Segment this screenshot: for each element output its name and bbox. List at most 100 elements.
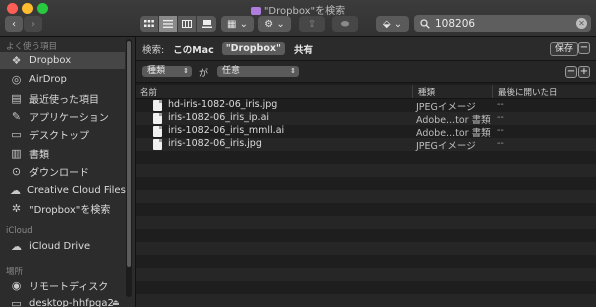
- column-kind[interactable]: 種類: [418, 86, 435, 98]
- file-name: iris-1082-06_iris_mmll.ai: [168, 125, 285, 136]
- sidebar-item-remote-disc[interactable]: ◉ リモートディスク: [0, 277, 125, 294]
- downloads-icon: ⊙: [11, 165, 22, 178]
- column-view-icon: [182, 20, 192, 28]
- scope-shared[interactable]: 共有: [294, 42, 313, 56]
- list-view-button[interactable]: [159, 16, 178, 32]
- sidebar: よく使う項目 ❖ Dropbox ◎ AirDrop ▤ 最近使った項目 ✎ アプリケー…: [0, 37, 136, 307]
- gear-icon: ✲: [11, 202, 22, 215]
- search-folder-icon: [250, 7, 261, 15]
- sidebar-item-applications[interactable]: ✎ アプリケーション: [0, 108, 125, 125]
- add-criterion-button[interactable]: +: [578, 66, 590, 78]
- list-view-icon: [163, 20, 173, 28]
- empty-row: [136, 255, 596, 268]
- sidebar-item-saved-search[interactable]: ✲ "Dropbox"を検索: [0, 200, 125, 217]
- empty-row: [136, 281, 596, 294]
- airdrop-icon: ◎: [11, 73, 22, 86]
- scope-dropbox[interactable]: "Dropbox": [221, 42, 285, 55]
- sidebar-scrollbar-thumb[interactable]: [127, 41, 131, 267]
- empty-row: [136, 242, 596, 255]
- empty-row: [136, 190, 596, 203]
- popup-arrows-icon: ⇕: [290, 67, 296, 75]
- file-name: iris-1082-06_iris_ip.ai: [168, 112, 270, 123]
- sidebar-item-recents[interactable]: ▤ 最近使った項目: [0, 90, 125, 107]
- sidebar-item-desktop[interactable]: ▭ デスクトップ: [0, 126, 125, 143]
- sidebar-item-network-computer[interactable]: ▭ desktop-hhfpga2: [0, 295, 125, 307]
- empty-row: [136, 203, 596, 216]
- attribute-popup[interactable]: 種類 ⇕: [142, 66, 192, 77]
- creative-cloud-icon: ☁: [10, 184, 21, 197]
- jpeg-file-icon: [153, 139, 162, 150]
- empty-row: [136, 216, 596, 229]
- dropbox-menu-button[interactable]: ⬙ ⌄: [376, 16, 409, 32]
- file-date: --: [497, 99, 504, 110]
- recents-icon: ▤: [11, 92, 22, 105]
- gallery-view-button[interactable]: [197, 16, 216, 32]
- action-button[interactable]: ⚙ ⌄: [258, 16, 291, 32]
- scope-label: 検索:: [142, 44, 165, 56]
- computer-icon: ▭: [11, 297, 22, 307]
- illustrator-file-icon: [153, 126, 162, 137]
- empty-row: [136, 268, 596, 281]
- arrange-button[interactable]: ▦ ⌄: [221, 16, 254, 32]
- file-date: --: [497, 138, 504, 149]
- remove-scope-button[interactable]: −: [578, 42, 590, 54]
- tag-button[interactable]: ⬬: [332, 16, 358, 32]
- documents-icon: ▥: [11, 147, 22, 160]
- sidebar-item-airdrop[interactable]: ◎ AirDrop: [0, 71, 125, 88]
- save-search-button[interactable]: 保存: [550, 42, 579, 56]
- empty-row: [136, 294, 596, 307]
- file-row[interactable]: iris-1082-06_iris.jpg JPEGイメージ --: [136, 138, 596, 152]
- cloud-icon: ☁: [11, 240, 22, 253]
- file-row[interactable]: iris-1082-06_iris_ip.ai Adobe...tor 書類 -…: [136, 112, 596, 126]
- sidebar-item-documents[interactable]: ▥ 書類: [0, 145, 125, 162]
- forward-button[interactable]: ›: [24, 16, 42, 32]
- sidebar-item-icloud-drive[interactable]: ☁ iCloud Drive: [0, 238, 125, 255]
- file-date: --: [497, 112, 504, 123]
- icon-view-icon: [144, 20, 154, 27]
- clear-search-button[interactable]: ✕: [576, 18, 587, 29]
- file-row[interactable]: hd-iris-1082-06_iris.jpg JPEGイメージ --: [136, 99, 596, 113]
- illustrator-file-icon: [153, 113, 162, 124]
- file-kind: Adobe...tor 書類: [416, 115, 491, 126]
- dropbox-icon: ❖: [11, 54, 22, 67]
- column-header: 名前 種類 最後に開いた日: [136, 85, 596, 99]
- remove-criterion-button[interactable]: −: [565, 66, 577, 78]
- back-button[interactable]: ‹: [5, 16, 23, 32]
- criteria-connector: が: [199, 69, 209, 79]
- disc-icon: ◉: [11, 279, 22, 292]
- file-kind: JPEGイメージ: [416, 102, 476, 113]
- empty-row: [136, 164, 596, 177]
- sidebar-section-icloud: iCloud: [6, 226, 33, 236]
- share-button[interactable]: ⇪: [299, 16, 325, 32]
- column-view-button[interactable]: [178, 16, 197, 32]
- empty-row: [136, 151, 596, 164]
- eject-icon[interactable]: ⏏: [112, 298, 122, 307]
- sidebar-item-dropbox[interactable]: ❖ Dropbox: [0, 52, 125, 69]
- jpeg-file-icon: [153, 100, 162, 111]
- view-mode-control: [140, 16, 216, 32]
- kind-value-popup[interactable]: 任意 ⇕: [217, 66, 299, 77]
- search-scope-bar: 検索: このMac "Dropbox" 共有 保存 −: [136, 37, 596, 61]
- file-kind: JPEGイメージ: [416, 141, 476, 152]
- search-input[interactable]: [435, 17, 575, 30]
- search-criteria-bar: 種類 ⇕ が 任意 ⇕ − +: [136, 61, 596, 83]
- file-date: --: [497, 125, 504, 136]
- sidebar-item-creative-cloud[interactable]: ☁ Creative Cloud Files: [0, 182, 126, 199]
- title-bar: "Dropbox"を検索 ‹ › ▦ ⌄ ⚙ ⌄ ⇪ ⬬ ⬙ ⌄ ✕: [0, 0, 596, 37]
- search-icon: [420, 18, 430, 29]
- sidebar-section-favorites: よく使う項目: [6, 42, 58, 52]
- empty-row: [136, 229, 596, 242]
- column-last-opened[interactable]: 最後に開いた日: [498, 86, 558, 98]
- column-name[interactable]: 名前: [140, 86, 157, 98]
- empty-row: [136, 177, 596, 190]
- applications-icon: ✎: [11, 110, 22, 123]
- file-name: hd-iris-1082-06_iris.jpg: [168, 99, 278, 110]
- sidebar-item-downloads[interactable]: ⊙ ダウンロード: [0, 163, 125, 180]
- sidebar-section-places: 場所: [6, 267, 24, 277]
- main-pane: 検索: このMac "Dropbox" 共有 保存 − 種類 ⇕ が 任意 ⇕ − …: [136, 37, 596, 307]
- icon-view-button[interactable]: [140, 16, 159, 32]
- file-kind: Adobe...tor 書類: [416, 128, 491, 139]
- search-field[interactable]: ✕: [414, 15, 591, 32]
- scope-this-mac[interactable]: このMac: [173, 42, 214, 56]
- file-row[interactable]: iris-1082-06_iris_mmll.ai Adobe...tor 書類…: [136, 125, 596, 139]
